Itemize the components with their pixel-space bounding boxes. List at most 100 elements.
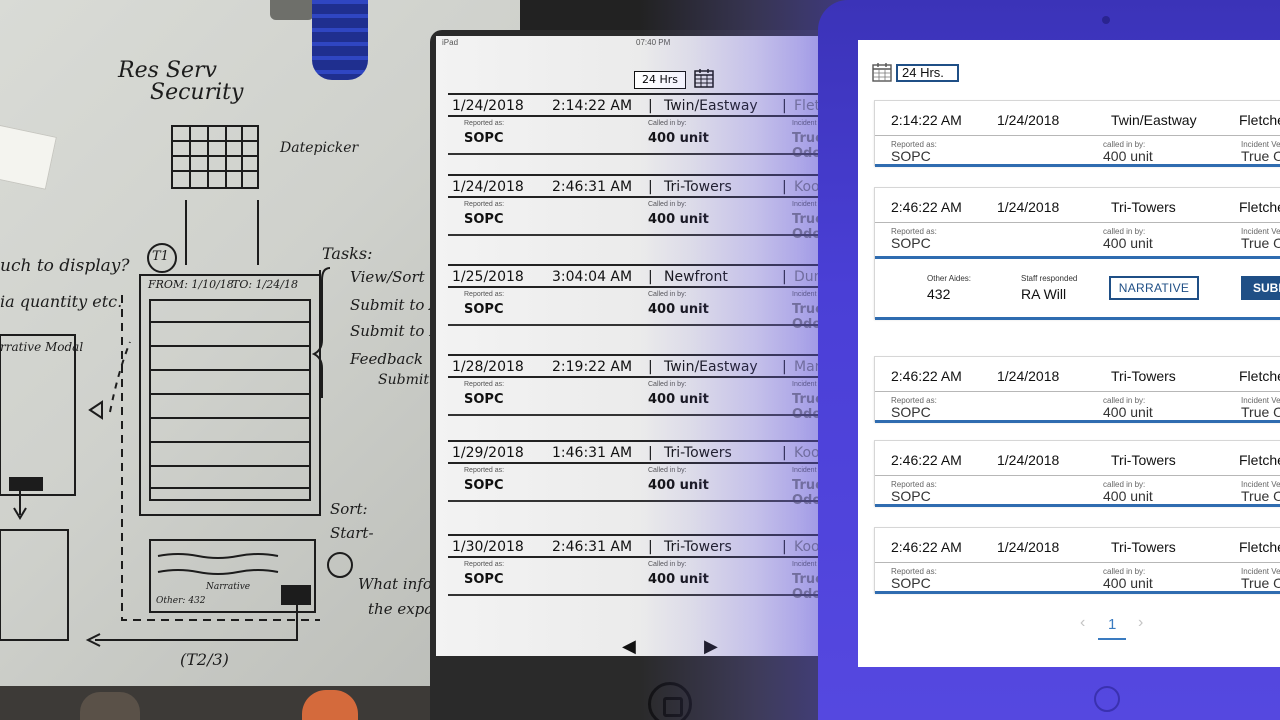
card-header: 2:46:22 AM 1/24/2018 Tri-Towers Fletcher	[875, 188, 1280, 222]
wb-card-other: Other: 432	[156, 596, 206, 606]
staff-responded-label: Staff responded	[1021, 274, 1078, 283]
reported-value: SOPC	[891, 488, 931, 504]
paper-incident-card[interactable]: 1/28/20182:19:22 AM|Twin/Eastway|MancheR…	[448, 354, 858, 422]
reported-value: SOPC	[891, 235, 931, 251]
card-time: 2:46:31 AM	[552, 179, 633, 195]
narrative-button[interactable]: NARRATIVE	[1109, 276, 1199, 300]
next-arrow-icon[interactable]: ▶	[704, 636, 718, 657]
card-location: Tri-Towers	[664, 445, 732, 461]
card-bottom-rule	[448, 594, 858, 596]
wb-datepicker-label: Datepicker	[280, 140, 359, 156]
card-divider: |	[648, 179, 653, 195]
card-date: 1/24/2018	[452, 98, 524, 114]
paper-screen: iPad 07:40 PM 24 Hrs 1/24/2018 2:14:22 AM…	[436, 36, 864, 656]
wb-tasks-label: Tasks:	[322, 244, 373, 263]
card-bottom-line	[875, 504, 1280, 507]
reported-label: Reported as:	[464, 291, 505, 298]
paper-prototype-tablet: iPad 07:40 PM 24 Hrs 1/24/2018 2:14:22 AM…	[430, 30, 870, 720]
device-home-button[interactable]	[1094, 686, 1120, 712]
called-label: Called in by:	[648, 120, 687, 127]
called-value: 400 unit	[1103, 488, 1153, 504]
reported-value: SOPC	[891, 404, 931, 420]
reported-value: SOPC	[464, 302, 504, 317]
card-date: 1/24/2018	[997, 452, 1060, 468]
paper-incident-card[interactable]: 1/24/20182:46:31 AM|Tri-Towers|Koonce 7R…	[448, 174, 858, 242]
paper-incident-card[interactable]: 1/30/20182:46:31 AM|Tri-Towers|Koonce 7R…	[448, 534, 858, 602]
called-value: 400 unit	[648, 572, 709, 587]
card-divider: |	[648, 359, 653, 375]
status-clock: 07:40 PM	[636, 38, 671, 47]
card-header: 2:14:22 AM 1/24/2018 Twin/Eastway Fletcher	[875, 101, 1280, 135]
card-separator	[875, 475, 1280, 476]
wb-task-4: Feedback	[350, 350, 423, 368]
called-value: 400 unit	[1103, 148, 1153, 164]
pager-next-icon[interactable]: ›	[1138, 614, 1143, 632]
card-time: 2:19:22 AM	[552, 359, 633, 375]
card-divider-line	[875, 256, 1280, 259]
digital-incident-card[interactable]: 2:46:22 AM1/24/2018Tri-TowersFletcherRep…	[874, 356, 1280, 423]
range-button[interactable]: 24 Hrs	[634, 71, 686, 89]
carrier-label: iPad	[442, 38, 459, 47]
card-divider: |	[648, 445, 653, 461]
reported-value: SOPC	[464, 131, 504, 146]
called-label: Called in by:	[648, 561, 687, 568]
range-button[interactable]: 24 Hrs.	[896, 64, 959, 82]
card-location: Tri-Towers	[1111, 452, 1176, 468]
digital-incident-card[interactable]: 2:46:22 AM1/24/2018Tri-TowersFletcherRep…	[874, 187, 1280, 320]
digital-incident-card[interactable]: 2:14:22 AM1/24/2018Twin/EastwayFletcherR…	[874, 100, 1280, 167]
card-date: 1/24/2018	[997, 112, 1060, 128]
reported-value: SOPC	[464, 212, 504, 227]
calendar-icon[interactable]	[694, 68, 714, 88]
incident-value: True Odor	[1241, 488, 1280, 504]
card-divider: |	[782, 98, 787, 114]
other-aides-label: Other Aides:	[927, 274, 972, 283]
pager-prev-icon[interactable]: ‹	[1080, 614, 1085, 632]
card-date: 1/29/2018	[452, 445, 524, 461]
card-person: Fletcher	[1239, 199, 1280, 215]
card-header: 1/28/20182:19:22 AM|Twin/Eastway|Manche	[448, 354, 858, 378]
paper-incident-card[interactable]: 1/29/20181:46:31 AM|Tri-Towers|Koonce 7R…	[448, 440, 858, 508]
card-person: Fletcher	[1239, 368, 1280, 384]
card-location: Newfront	[664, 269, 728, 285]
card-divider: |	[648, 269, 653, 285]
card-divider: |	[782, 179, 787, 195]
reported-value: SOPC	[891, 148, 931, 164]
staff-responded-value: RA Will	[1021, 286, 1067, 302]
wb-sort-label: Sort:	[330, 500, 368, 518]
wb-title-line2: Security	[150, 80, 244, 105]
home-button[interactable]	[648, 682, 692, 720]
card-date: 1/24/2018	[997, 539, 1060, 555]
card-time: 2:46:22 AM	[891, 199, 962, 215]
card-divider: |	[782, 445, 787, 461]
reported-value: SOPC	[464, 392, 504, 407]
card-bottom-line	[875, 317, 1280, 320]
card-divider: |	[782, 269, 787, 285]
card-time: 3:04:04 AM	[552, 269, 633, 285]
pager-page[interactable]: 1	[1108, 616, 1116, 633]
card-bottom-line	[875, 420, 1280, 423]
card-bottom-rule	[448, 324, 858, 326]
card-date: 1/28/2018	[452, 359, 524, 375]
called-value: 400 unit	[648, 478, 709, 493]
card-time: 2:46:22 AM	[891, 368, 962, 384]
card-bottom-rule	[448, 500, 858, 502]
calendar-icon[interactable]	[872, 62, 892, 82]
called-label: Called in by:	[648, 291, 687, 298]
card-time: 2:14:22 AM	[891, 112, 962, 128]
other-aides-value: 432	[927, 286, 951, 302]
card-time: 2:46:31 AM	[552, 539, 633, 555]
wb-left-note-1: uch to display?	[0, 256, 130, 276]
prev-arrow-icon[interactable]: ◀	[622, 636, 636, 657]
submit-button[interactable]: SUBMIT	[1241, 276, 1280, 300]
paper-incident-card[interactable]: 1/24/20182:14:22 AM|Twin/Eastway|Fletche…	[448, 93, 858, 161]
card-location: Tri-Towers	[664, 179, 732, 195]
digital-incident-card[interactable]: 2:46:22 AM1/24/2018Tri-TowersFletcherRep…	[874, 527, 1280, 594]
wb-t2-label: (T2/3)	[180, 650, 229, 669]
paper-incident-card[interactable]: 1/25/20183:04:04 AM|Newfront|Dunbar 2Rep…	[448, 264, 858, 332]
card-separator	[875, 391, 1280, 392]
wb-card-narrative: Narrative	[206, 582, 251, 592]
card-location: Tri-Towers	[1111, 199, 1176, 215]
camera	[1102, 16, 1110, 24]
digital-incident-card[interactable]: 2:46:22 AM1/24/2018Tri-TowersFletcherRep…	[874, 440, 1280, 507]
wb-start-label: Start-	[330, 524, 374, 542]
